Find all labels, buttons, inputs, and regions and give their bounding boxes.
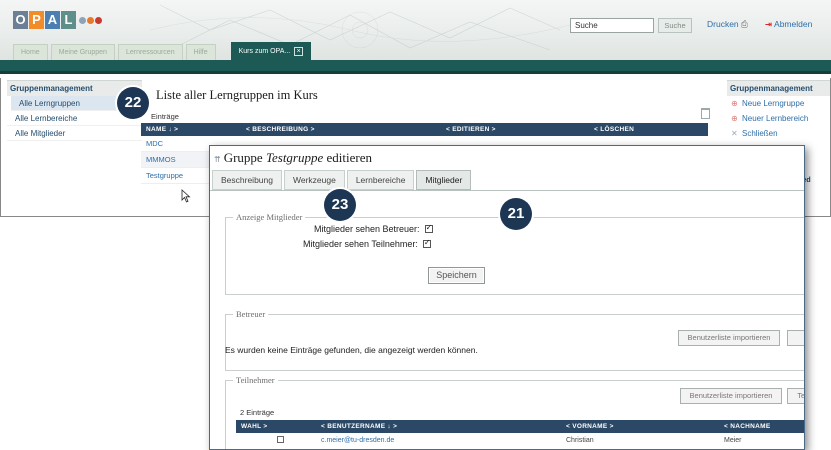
col-nachname[interactable]: < NACHNAME bbox=[719, 420, 804, 433]
fieldset-legend: Betreuer bbox=[233, 309, 269, 319]
dialog-tabs: Beschreibung Werkzeuge Lernbereiche Mitg… bbox=[212, 170, 473, 190]
right-sidebar: Gruppenmanagement ⊕ Neue Lerngruppe ⊕ Neue… bbox=[727, 80, 831, 141]
tab-beschreibung[interactable]: Beschreibung bbox=[212, 170, 282, 190]
show-tutors-checkbox[interactable] bbox=[424, 223, 433, 233]
edit-group-dialog: ⇈ Gruppe Testgruppe editieren Beschreibun… bbox=[209, 145, 805, 450]
tab-kurs-label: Kurs zum OPA... bbox=[238, 48, 291, 55]
new-group-link[interactable]: ⊕ Neue Lerngruppe bbox=[727, 96, 831, 111]
col-benutzername[interactable]: < BENUTZERNAME ↓ > bbox=[316, 420, 561, 433]
participants-table: WAHL > < BENUTZERNAME ↓ > < VORNAME > < … bbox=[236, 420, 804, 448]
delete-icon[interactable] bbox=[701, 108, 710, 119]
participants-extra-button[interactable]: Tei bbox=[787, 388, 804, 404]
tab-werkzeuge[interactable]: Werkzeuge bbox=[283, 170, 345, 190]
logo-letter: O bbox=[13, 11, 28, 29]
tutors-extra-button[interactable] bbox=[787, 330, 804, 346]
title-suffix: editieren bbox=[326, 150, 372, 165]
callout-badge: 21 bbox=[500, 198, 532, 230]
show-participants-option: Mitglieder sehen Teilnehmer: bbox=[303, 238, 431, 249]
close-link[interactable]: ✕ Schließen bbox=[727, 126, 831, 141]
tab-mitglieder[interactable]: Mitglieder bbox=[416, 170, 472, 190]
callout-badge: 22 bbox=[117, 87, 149, 119]
logo-letter: P bbox=[29, 11, 44, 29]
col-vorname[interactable]: < VORNAME > bbox=[561, 420, 719, 433]
col-name[interactable]: NAME ↓ > bbox=[141, 123, 241, 136]
select-checkbox[interactable] bbox=[277, 436, 284, 443]
first-name: Christian bbox=[566, 437, 594, 444]
printer-icon: ⎙ bbox=[741, 19, 748, 29]
header-bar bbox=[0, 60, 831, 74]
tab-lernbereiche[interactable]: Lernbereiche bbox=[346, 170, 415, 190]
new-area-label: Neuer Lernbereich bbox=[742, 114, 809, 123]
close-icon: ✕ bbox=[731, 129, 738, 138]
new-area-link[interactable]: ⊕ Neuer Lernbereich bbox=[727, 111, 831, 126]
fieldset-legend: Anzeige Mitglieder bbox=[233, 212, 306, 222]
tab-kurs[interactable]: Kurs zum OPA... × bbox=[230, 42, 312, 60]
page-title: Liste aller Lerngruppen im Kurs bbox=[156, 88, 318, 102]
tab-divider bbox=[210, 190, 804, 191]
tab-home[interactable]: Home bbox=[13, 44, 48, 60]
dialog-icon: ⇈ bbox=[214, 155, 221, 164]
logout-icon: ⇥ bbox=[765, 19, 773, 29]
logo-letter: L bbox=[61, 11, 76, 29]
show-participants-checkbox[interactable] bbox=[422, 238, 431, 248]
new-group-label: Neue Lerngruppe bbox=[742, 99, 805, 108]
logout-label: Abmelden bbox=[774, 19, 813, 29]
tab-hilfe[interactable]: Hilfe bbox=[185, 44, 216, 60]
fieldset-legend: Teilnehmer bbox=[233, 375, 278, 385]
import-participants-button[interactable]: Benutzerliste importieren bbox=[680, 388, 782, 404]
participants-count: 2 Einträge bbox=[240, 408, 275, 417]
logout-link[interactable]: ⇥ Abmelden bbox=[765, 19, 812, 30]
group-name: Testgruppe bbox=[265, 150, 324, 165]
dialog-title: ⇈ Gruppe Testgruppe editieren bbox=[214, 150, 372, 166]
show-tutors-option: Mitglieder sehen Betreuer: bbox=[314, 223, 433, 234]
import-tutors-button[interactable]: Benutzerliste importieren bbox=[678, 330, 780, 346]
col-loeschen[interactable]: < LÖSCHEN bbox=[589, 123, 708, 136]
search-button[interactable]: Suche bbox=[658, 18, 692, 33]
username-link[interactable]: c.meier@tu-dresden.de bbox=[316, 433, 561, 448]
app-header: O P A L Suche Suche Drucken ⎙ ⇥ Abmelden… bbox=[0, 0, 831, 60]
search-input[interactable]: Suche bbox=[570, 18, 654, 33]
main-tabs: Home Meine Gruppen Lernressourcen Hilfe … bbox=[13, 40, 314, 60]
col-wahl[interactable]: WAHL > bbox=[236, 420, 316, 433]
close-tab-icon[interactable]: × bbox=[294, 46, 304, 56]
col-editieren[interactable]: < EDITIEREN > bbox=[441, 123, 589, 136]
tab-meine-gruppen[interactable]: Meine Gruppen bbox=[50, 44, 115, 60]
opal-logo[interactable]: O P A L bbox=[13, 10, 104, 30]
last-name: Meier bbox=[724, 437, 742, 444]
table-row: c.meier@tu-dresden.de Christian Meier bbox=[236, 433, 804, 448]
print-link[interactable]: Drucken ⎙ bbox=[707, 19, 748, 30]
mouse-cursor-icon bbox=[181, 189, 191, 203]
show-participants-label: Mitglieder sehen Teilnehmer: bbox=[303, 239, 418, 249]
close-label: Schließen bbox=[742, 129, 778, 138]
show-tutors-label: Mitglieder sehen Betreuer: bbox=[314, 224, 420, 234]
entries-count: Einträge bbox=[151, 112, 179, 121]
col-beschreibung[interactable]: < BESCHREIBUNG > bbox=[241, 123, 441, 136]
sidebar-item-alle-mitglieder[interactable]: Alle Mitglieder bbox=[7, 126, 142, 141]
empty-message: Es wurden keine Einträge gefunden, die a… bbox=[225, 345, 478, 355]
save-button[interactable]: Speichern bbox=[428, 267, 485, 284]
tab-lernressourcen[interactable]: Lernressourcen bbox=[117, 44, 183, 60]
add-icon: ⊕ bbox=[731, 114, 738, 123]
title-prefix: Gruppe bbox=[223, 150, 263, 165]
right-sidebar-title: Gruppenmanagement bbox=[727, 80, 831, 96]
logo-letter: A bbox=[45, 11, 60, 29]
sidebar-item-alle-lerngruppen[interactable]: Alle Lerngruppen bbox=[11, 96, 134, 111]
logo-dots-icon bbox=[79, 11, 103, 29]
print-label: Drucken bbox=[707, 19, 739, 29]
callout-badge: 23 bbox=[324, 189, 356, 221]
add-icon: ⊕ bbox=[731, 99, 738, 108]
